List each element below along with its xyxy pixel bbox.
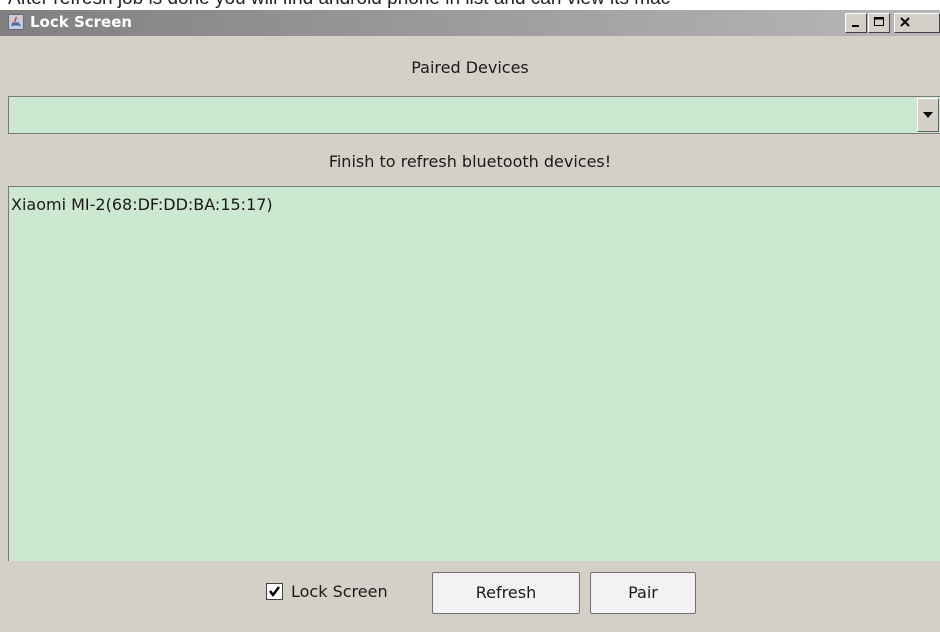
device-list[interactable]: Xiaomi MI-2(68:DF:DD:BA:15:17) — [8, 186, 940, 561]
paired-devices-label: Paired Devices — [411, 58, 529, 77]
maximize-button[interactable] — [868, 13, 890, 33]
list-item[interactable]: Xiaomi MI-2(68:DF:DD:BA:15:17) — [11, 195, 273, 214]
chevron-down-icon — [923, 112, 933, 118]
checkmark-icon — [269, 586, 280, 597]
maximize-icon — [874, 17, 884, 26]
minimize-button[interactable] — [845, 13, 867, 33]
close-button[interactable] — [894, 13, 940, 33]
title-bar[interactable]: Lock Screen — [0, 10, 940, 36]
java-app-icon — [8, 14, 24, 30]
pair-button[interactable]: Pair — [590, 572, 696, 614]
lock-screen-label: Lock Screen — [291, 582, 388, 601]
minimize-icon — [852, 25, 859, 27]
close-icon — [900, 17, 910, 27]
status-bar: Finish to refresh bluetooth devices! — [0, 138, 940, 184]
dropdown-arrow-button[interactable] — [917, 98, 939, 132]
status-text: Finish to refresh bluetooth devices! — [328, 152, 612, 171]
lock-screen-window: Lock Screen Paired Devices Finish to ref… — [0, 10, 940, 632]
bottom-toolbar: Lock Screen Refresh Pair — [0, 562, 940, 632]
window-title: Lock Screen — [30, 13, 133, 31]
refresh-button[interactable]: Refresh — [432, 572, 580, 614]
lock-screen-checkbox[interactable] — [266, 583, 283, 600]
paired-devices-dropdown[interactable] — [8, 96, 940, 134]
